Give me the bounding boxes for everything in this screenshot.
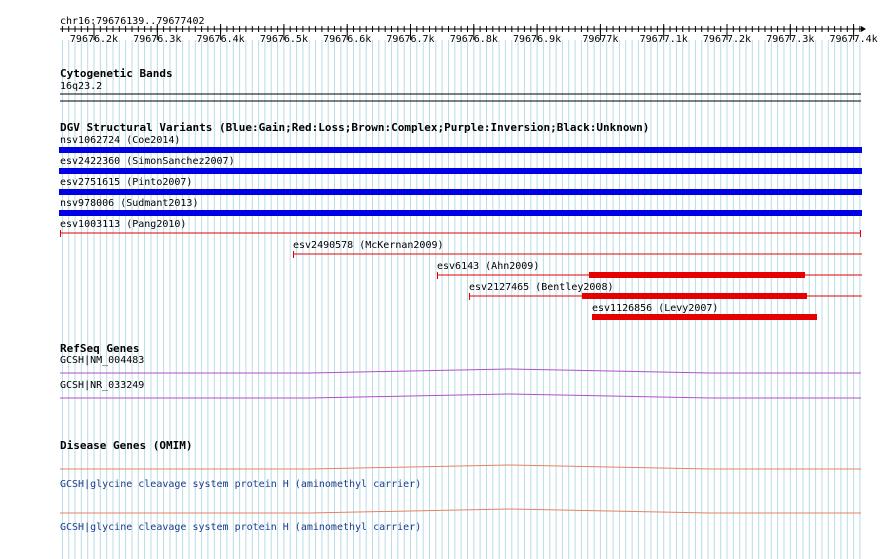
omim-gene-model[interactable] [60,508,861,514]
omim-glyphs [60,464,861,514]
omim-gene-model[interactable] [60,464,861,470]
